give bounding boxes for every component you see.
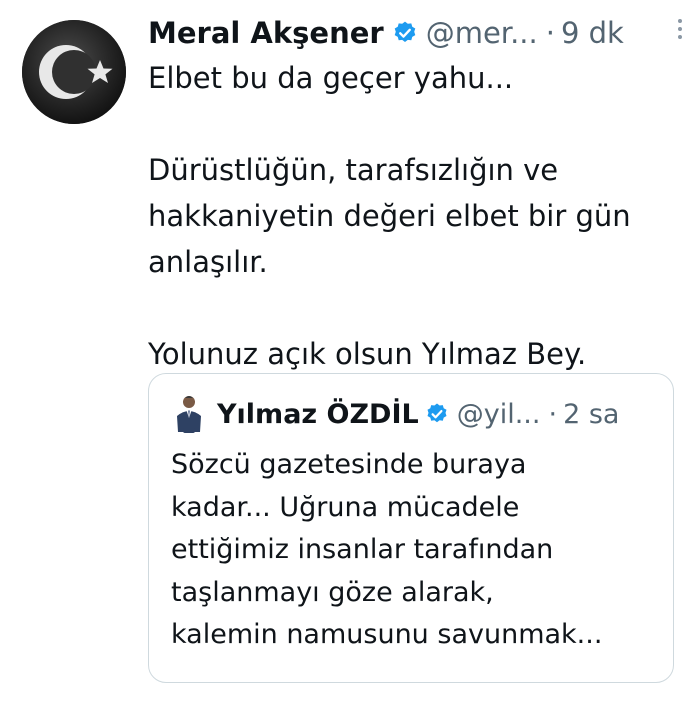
separator-dot: · [545, 16, 555, 50]
quoted-tweet-header: Yılmaz ÖZDİL @yil... · 2 sa [171, 394, 659, 434]
author-handle[interactable]: @mer... [426, 16, 538, 50]
verified-badge-icon [392, 20, 418, 46]
quoted-tweet-time: 2 sa [563, 398, 620, 430]
separator-dot: · [548, 398, 558, 430]
quoted-tweet-text: Sözcü gazetesinde buraya kadar... Uğruna… [171, 444, 661, 657]
quoted-text-line: Sözcü gazetesinde buraya [171, 449, 527, 480]
quoted-text-line: kadar... Uğruna mücadele [171, 491, 520, 523]
author-avatar[interactable] [22, 20, 126, 124]
crescent-star-icon [22, 20, 126, 124]
quoted-text-line: taşlanmayı göze alarak, [171, 576, 494, 608]
quoted-text-line: ettiğimiz insanlar tarafından [171, 534, 554, 565]
quoted-author-handle: @yil... [456, 398, 541, 430]
author-name[interactable]: Meral Akşener [148, 16, 384, 50]
tweet-paragraph: Elbet bu da geçer yahu... [148, 61, 514, 95]
tweet-header: Meral Akşener @mer... · 9 dk [148, 12, 680, 54]
quoted-author-name: Yılmaz ÖZDİL [217, 398, 419, 430]
tweet-time[interactable]: 9 dk [561, 16, 624, 50]
quoted-text-line: kalemin namusunu savunmak... [171, 619, 603, 650]
verified-badge-icon [425, 402, 449, 426]
tweet-text: Elbet bu da geçer yahu... Dürüstlüğün, t… [148, 55, 678, 377]
quoted-author-avatar[interactable] [171, 394, 207, 434]
tweet-paragraph: Yolunuz açık olsun Yılmaz Bey. [148, 337, 587, 371]
more-options-icon[interactable] [670, 12, 690, 46]
quoted-tweet[interactable]: Yılmaz ÖZDİL @yil... · 2 sa Sözcü gazete… [148, 373, 674, 683]
tweet-paragraph: Dürüstlüğün, tarafsızlığın ve hakkaniyet… [148, 153, 631, 279]
